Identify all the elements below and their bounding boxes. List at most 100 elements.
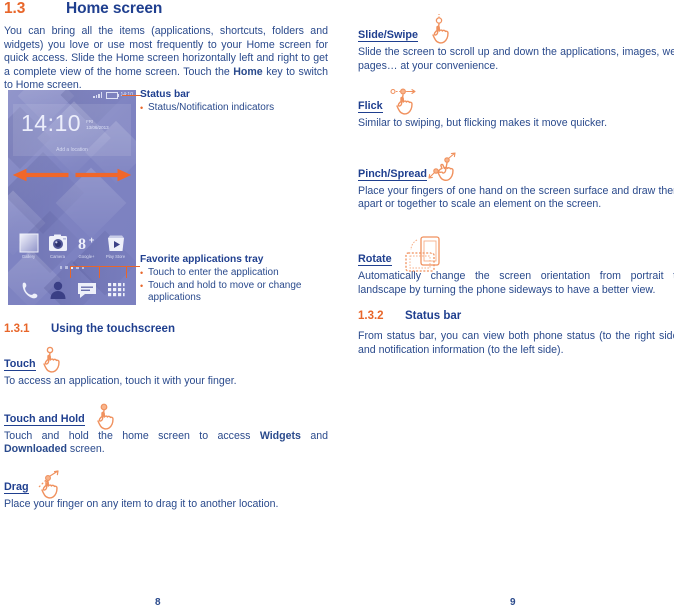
section-number: 1.3 xyxy=(4,0,26,17)
desc-post: screen. xyxy=(66,443,105,456)
right-page-column: Slide/Swipe Slide the screen to scroll u… xyxy=(358,14,674,366)
home-screen-illustration: 14:10 14:10 FRI 13/06/2013 Add a locatio… xyxy=(8,90,136,305)
hand-slide-swipe-icon xyxy=(427,14,459,49)
app-label: Play Store xyxy=(105,254,126,259)
app-item[interactable]: Camera xyxy=(46,233,70,259)
page-dot xyxy=(59,266,63,269)
subsection-heading-1-3-1: 1.3.1 Using the touchscreen xyxy=(4,323,328,335)
home-app-row: Gallery Camera 8 + Google+ Play Store xyxy=(8,233,136,259)
google-plus-icon: 8 + xyxy=(77,233,97,253)
touchscreen-section: 1.3.1 Using the touchscreen Touch To acc… xyxy=(4,323,328,520)
callout-bullet: Touch and hold to move or change xyxy=(140,280,330,293)
app-label: Google+ xyxy=(78,254,95,259)
favorites-leader-line xyxy=(70,266,140,268)
section-title: Home screen xyxy=(66,0,163,17)
app-item[interactable]: Play Store xyxy=(104,233,128,259)
status-bar-leader-line xyxy=(122,95,142,97)
hand-touch-hold-icon xyxy=(94,403,124,433)
gesture-flick: Flick xyxy=(358,85,674,115)
subsection-number: 1.3.1 xyxy=(4,323,30,335)
callout-bullets: Status/Notification indicators xyxy=(140,102,325,115)
intro-paragraph: You can bring all the items (application… xyxy=(4,25,328,93)
message-bubble-icon[interactable] xyxy=(76,279,98,301)
status-bar-paragraph: From status bar, you can view both phone… xyxy=(358,330,674,356)
desc-mid: and xyxy=(300,429,328,442)
page-dot xyxy=(65,266,68,269)
callout-favorite-applications-tray: Favorite applications tray Touch to ente… xyxy=(140,253,330,305)
left-page: 1.3 Home screen You can bring all the it… xyxy=(0,0,337,614)
gesture-label: Touch xyxy=(4,358,36,371)
add-location-label[interactable]: Add a location xyxy=(13,147,131,153)
signal-bars-icon xyxy=(93,92,103,98)
subsection-title: Status bar xyxy=(405,310,462,323)
svg-text:+: + xyxy=(89,235,94,245)
gesture-touch-description: To access an application, touch it with … xyxy=(4,375,237,387)
app-item[interactable]: Gallery xyxy=(17,233,41,259)
desc-pre: Touch and hold the home screen to access xyxy=(4,429,260,442)
gesture-slide-swipe-description: Slide the screen to scroll up and down t… xyxy=(358,46,674,72)
clock-date: FRI 13/06/2013 xyxy=(86,115,109,131)
desc-bold-downloaded: Downloaded xyxy=(4,443,67,456)
gesture-label: Drag xyxy=(4,480,29,494)
subsection-heading-1-3-2: 1.3.2 Status bar xyxy=(358,310,674,322)
callout-bullet: Status/Notification indicators xyxy=(140,102,325,115)
screen-rotate-icon xyxy=(403,235,451,277)
callout-bullet: Touch to enter the application xyxy=(140,267,330,280)
gesture-pinch-spread-description: Place your fingers of one hand on the sc… xyxy=(358,184,674,211)
gesture-label: Pinch/Spread xyxy=(358,167,427,181)
clock-time: 14:10 xyxy=(21,110,82,136)
favorite-applications-tray xyxy=(8,279,136,301)
phone-screen: 14:10 14:10 FRI 13/06/2013 Add a locatio… xyxy=(8,90,136,305)
favorites-leader-tick-2 xyxy=(99,266,101,278)
favorites-leader-tick-1 xyxy=(70,266,72,278)
phone-status-bar: 14:10 xyxy=(8,90,136,100)
app-label: Gallery xyxy=(21,254,36,259)
clock-widget[interactable]: 14:10 FRI 13/06/2013 Add a location xyxy=(13,104,131,156)
gesture-touch-and-hold: Touch and Hold xyxy=(4,398,328,430)
desc-bold-widgets: Widgets xyxy=(259,429,301,442)
app-item[interactable]: 8 + Google+ xyxy=(75,233,99,259)
favorites-leader-tick-3 xyxy=(126,266,128,278)
gesture-drag: Drag xyxy=(4,466,328,499)
callout-title: Favorite applications tray xyxy=(140,254,264,265)
callout-bullet-continuation: applications xyxy=(148,292,201,304)
subsection-title: Using the touchscreen xyxy=(51,323,175,335)
gesture-drag-description: Place your finger on any item to drag it… xyxy=(4,497,279,510)
hand-drag-icon xyxy=(36,470,70,500)
callout-title: Status bar xyxy=(140,89,190,100)
callout-status-bar: Status bar Status/Notification indicator… xyxy=(140,88,325,115)
subsection-number: 1.3.2 xyxy=(358,310,384,323)
hand-pinch-spread-icon xyxy=(428,152,464,189)
svg-text:8: 8 xyxy=(78,236,86,253)
gesture-label: Flick xyxy=(358,100,383,114)
gesture-slide-swipe: Slide/Swipe xyxy=(358,14,674,44)
app-drawer-grid-icon[interactable] xyxy=(105,279,127,301)
gallery-icon xyxy=(19,233,39,253)
page-number-right: 9 xyxy=(510,597,516,608)
gesture-rotate: Rotate xyxy=(358,234,674,272)
hand-touch-icon xyxy=(40,346,70,374)
camera-icon xyxy=(48,233,68,253)
page-number-left: 8 xyxy=(155,597,161,608)
gesture-touch: Touch xyxy=(4,343,328,373)
arrow-left-icon xyxy=(12,168,69,182)
hand-flick-icon xyxy=(390,88,432,120)
gesture-label: Rotate xyxy=(358,252,392,266)
callout-bullets: Touch to enter the application Touch and… xyxy=(140,267,330,305)
clock-date-value: 13/06/2013 xyxy=(86,125,109,130)
phone-handset-icon[interactable] xyxy=(18,279,40,301)
battery-icon xyxy=(106,91,120,99)
gesture-pinch-spread: Pinch/Spread xyxy=(358,152,674,183)
play-store-icon xyxy=(106,233,126,253)
gesture-touch-and-hold-description: Touch and hold the home screen to access… xyxy=(4,430,328,457)
arrow-right-icon xyxy=(75,168,132,182)
gesture-label: Touch and Hold xyxy=(4,412,85,426)
right-page: Slide/Swipe Slide the screen to scroll u… xyxy=(337,0,674,614)
section-heading-1-3: 1.3 Home screen xyxy=(4,0,328,18)
contact-person-icon[interactable] xyxy=(47,279,69,301)
gesture-label: Slide/Swipe xyxy=(358,29,418,42)
intro-bold-home: Home xyxy=(233,65,263,78)
horizontal-swipe-arrows xyxy=(12,168,132,182)
app-label: Camera xyxy=(50,254,65,259)
left-page-column: 1.3 Home screen You can bring all the it… xyxy=(4,0,328,102)
